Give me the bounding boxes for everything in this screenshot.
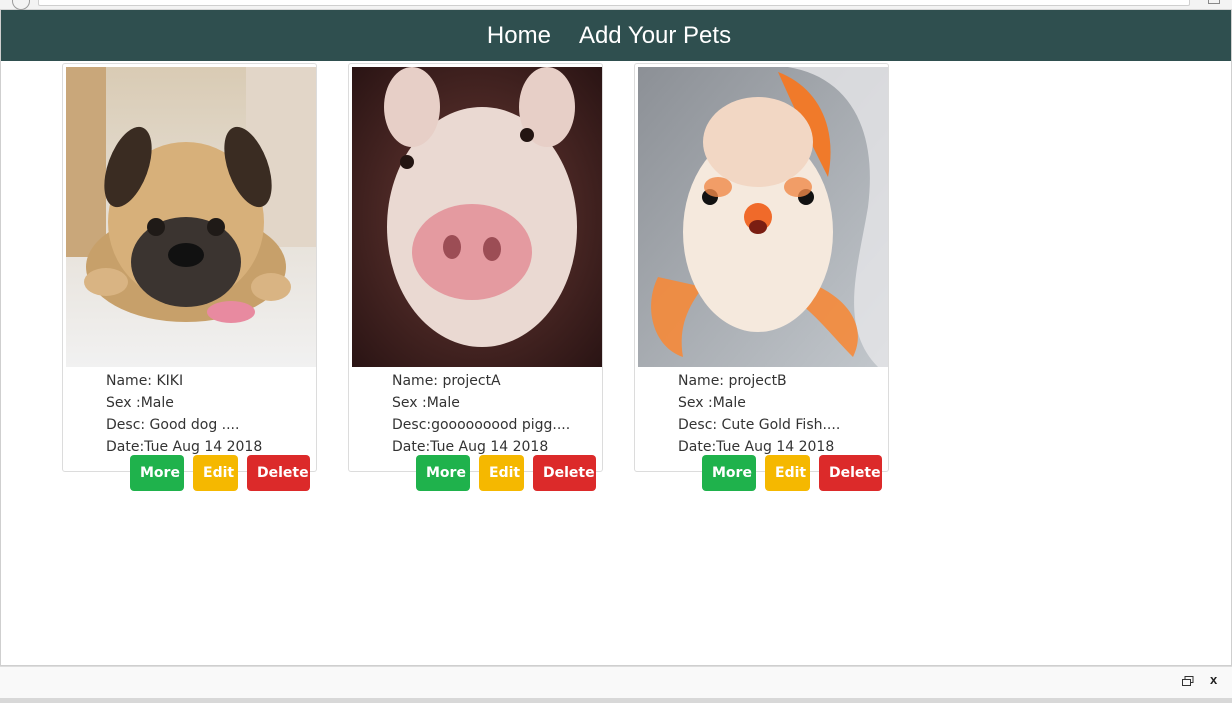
pet-desc: Desc: Good dog .... — [106, 417, 240, 433]
pet-info: Name: KIKI Sex :Male Desc: Good dog ....… — [106, 370, 262, 458]
delete-button[interactable]: Delete — [247, 455, 310, 491]
edit-button[interactable]: Edit — [193, 455, 238, 491]
goldfish-image — [638, 67, 888, 367]
pet-card: Name: projectA Sex :Male Desc:gooooooood… — [348, 63, 603, 491]
window-corner-icon[interactable] — [1208, 0, 1220, 4]
pet-card: Name: projectB Sex :Male Desc: Cute Gold… — [634, 63, 889, 491]
pig-photo — [352, 67, 602, 367]
pet-name: Name: projectB — [678, 373, 787, 389]
bottom-panel-bar: x — [0, 666, 1232, 698]
pet-name: Name: projectA — [392, 373, 501, 389]
more-button[interactable]: More — [702, 455, 756, 491]
bottom-strip — [0, 698, 1232, 703]
pig-image — [352, 67, 602, 367]
page-viewport: Home Add Your Pets Name: KIKI Sex:Male … — [0, 10, 1232, 666]
pug-dog-photo — [66, 67, 316, 367]
nav-home-link[interactable]: Home — [487, 22, 551, 50]
more-button[interactable]: More — [416, 455, 470, 491]
pet-desc: Desc:gooooooood pigg.... — [392, 417, 571, 433]
more-button[interactable]: More — [130, 455, 184, 491]
pet-name: Name: KIKI — [106, 373, 184, 389]
pet-info: Name: projectB Sex :Male Desc: Cute Gold… — [678, 370, 840, 458]
edit-button[interactable]: Edit — [765, 455, 810, 491]
pet-card-list: Name: KIKI Sex :Male Desc: Good dog ....… — [62, 63, 889, 491]
pet-sex: Sex :Male — [678, 395, 746, 411]
delete-button[interactable]: Delete — [533, 455, 596, 491]
card-actions: More Edit Delete — [130, 455, 310, 491]
pet-card: Name: KIKI Sex :Male Desc: Good dog ....… — [62, 63, 317, 491]
goldfish-photo — [638, 67, 888, 367]
navbar: Home Add Your Pets — [1, 10, 1231, 61]
edit-button[interactable]: Edit — [479, 455, 524, 491]
address-bar[interactable] — [38, 0, 1190, 6]
pet-sex: Sex :Male — [106, 395, 174, 411]
delete-button[interactable]: Delete — [819, 455, 882, 491]
browser-top-bar — [0, 0, 1232, 10]
nav-add-pets-link[interactable]: Add Your Pets — [579, 22, 731, 50]
close-icon[interactable]: x — [1210, 672, 1217, 687]
browser-circle-icon[interactable] — [12, 0, 30, 10]
restore-icon[interactable] — [1182, 676, 1194, 687]
pet-info: Name: projectA Sex :Male Desc:gooooooood… — [392, 370, 570, 458]
card-actions: More Edit Delete — [702, 455, 882, 491]
card-actions: More Edit Delete — [416, 455, 596, 491]
pet-desc: Desc: Cute Gold Fish.... — [678, 417, 841, 433]
pet-sex: Sex :Male — [392, 395, 460, 411]
pug-dog-image — [66, 67, 316, 367]
